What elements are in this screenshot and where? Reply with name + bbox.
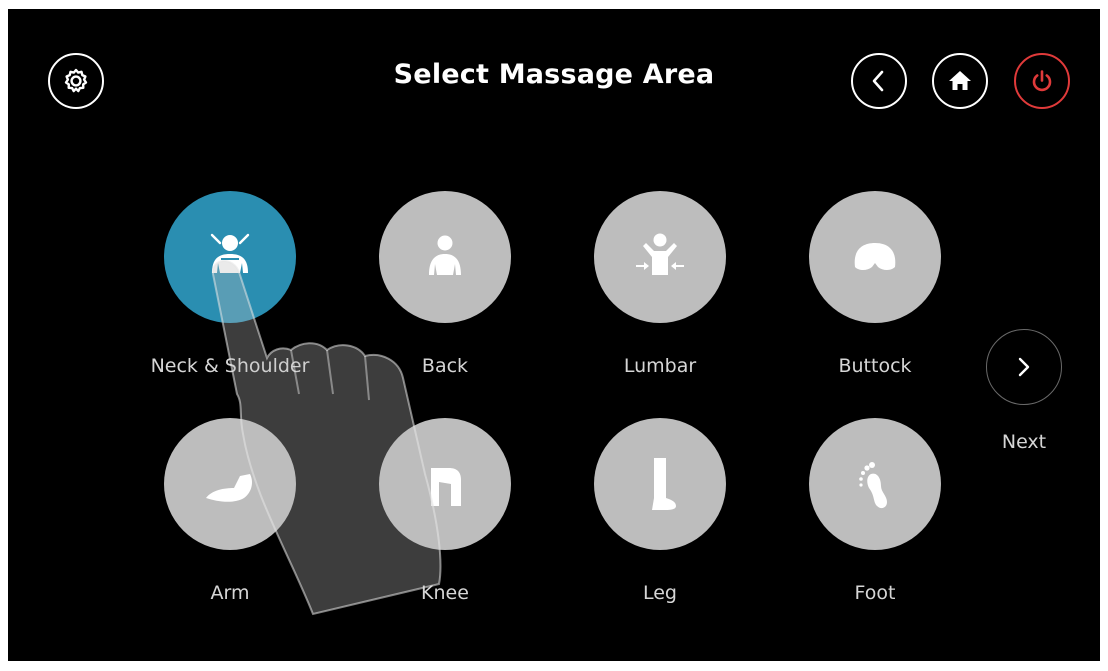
- area-circle: [594, 418, 726, 550]
- area-circle: [379, 418, 511, 550]
- area-circle: [594, 191, 726, 323]
- area-circle: [164, 418, 296, 550]
- knee-icon: [431, 468, 461, 506]
- area-buttock[interactable]: Buttock: [785, 191, 965, 377]
- area-knee[interactable]: Knee: [355, 418, 535, 604]
- power-button[interactable]: [1014, 53, 1070, 109]
- area-circle: [164, 191, 296, 323]
- next-button[interactable]: Next: [984, 329, 1064, 469]
- leg-icon: [652, 458, 676, 510]
- next-ring[interactable]: [986, 329, 1062, 405]
- area-foot[interactable]: Foot: [785, 418, 965, 604]
- area-leg[interactable]: Leg: [570, 418, 750, 604]
- area-circle: [809, 191, 941, 323]
- area-lumbar[interactable]: Lumbar: [570, 191, 750, 377]
- area-label: Leg: [642, 582, 677, 604]
- area-label: Neck & Shoulder: [150, 355, 310, 377]
- lumbar-icon: [636, 233, 684, 275]
- area-label: Back: [421, 355, 469, 377]
- area-label: Foot: [854, 582, 896, 604]
- area-label: Lumbar: [623, 355, 697, 377]
- area-circle: [379, 191, 511, 323]
- massage-screen: Select Massage Area Neck & Shoulder Back…: [8, 9, 1100, 661]
- back-icon: [429, 235, 461, 275]
- foot-icon: [859, 462, 887, 509]
- area-neck-shoulder[interactable]: Neck & Shoulder: [140, 191, 320, 377]
- area-label: Buttock: [838, 355, 912, 377]
- home-icon: [949, 71, 971, 90]
- buttock-icon: [854, 243, 896, 270]
- back-button[interactable]: [851, 53, 907, 109]
- arm-icon: [206, 474, 252, 502]
- chevron-left-icon: [872, 70, 884, 92]
- area-back[interactable]: Back: [355, 191, 535, 377]
- area-label: Arm: [210, 582, 250, 604]
- area-circle: [809, 418, 941, 550]
- chevron-right-icon: [1018, 357, 1030, 377]
- power-icon: [1032, 70, 1052, 92]
- next-label: Next: [1001, 431, 1047, 453]
- home-button[interactable]: [932, 53, 988, 109]
- area-arm[interactable]: Arm: [140, 418, 320, 604]
- neck-shoulder-icon: [210, 233, 250, 273]
- area-label: Knee: [421, 582, 469, 604]
